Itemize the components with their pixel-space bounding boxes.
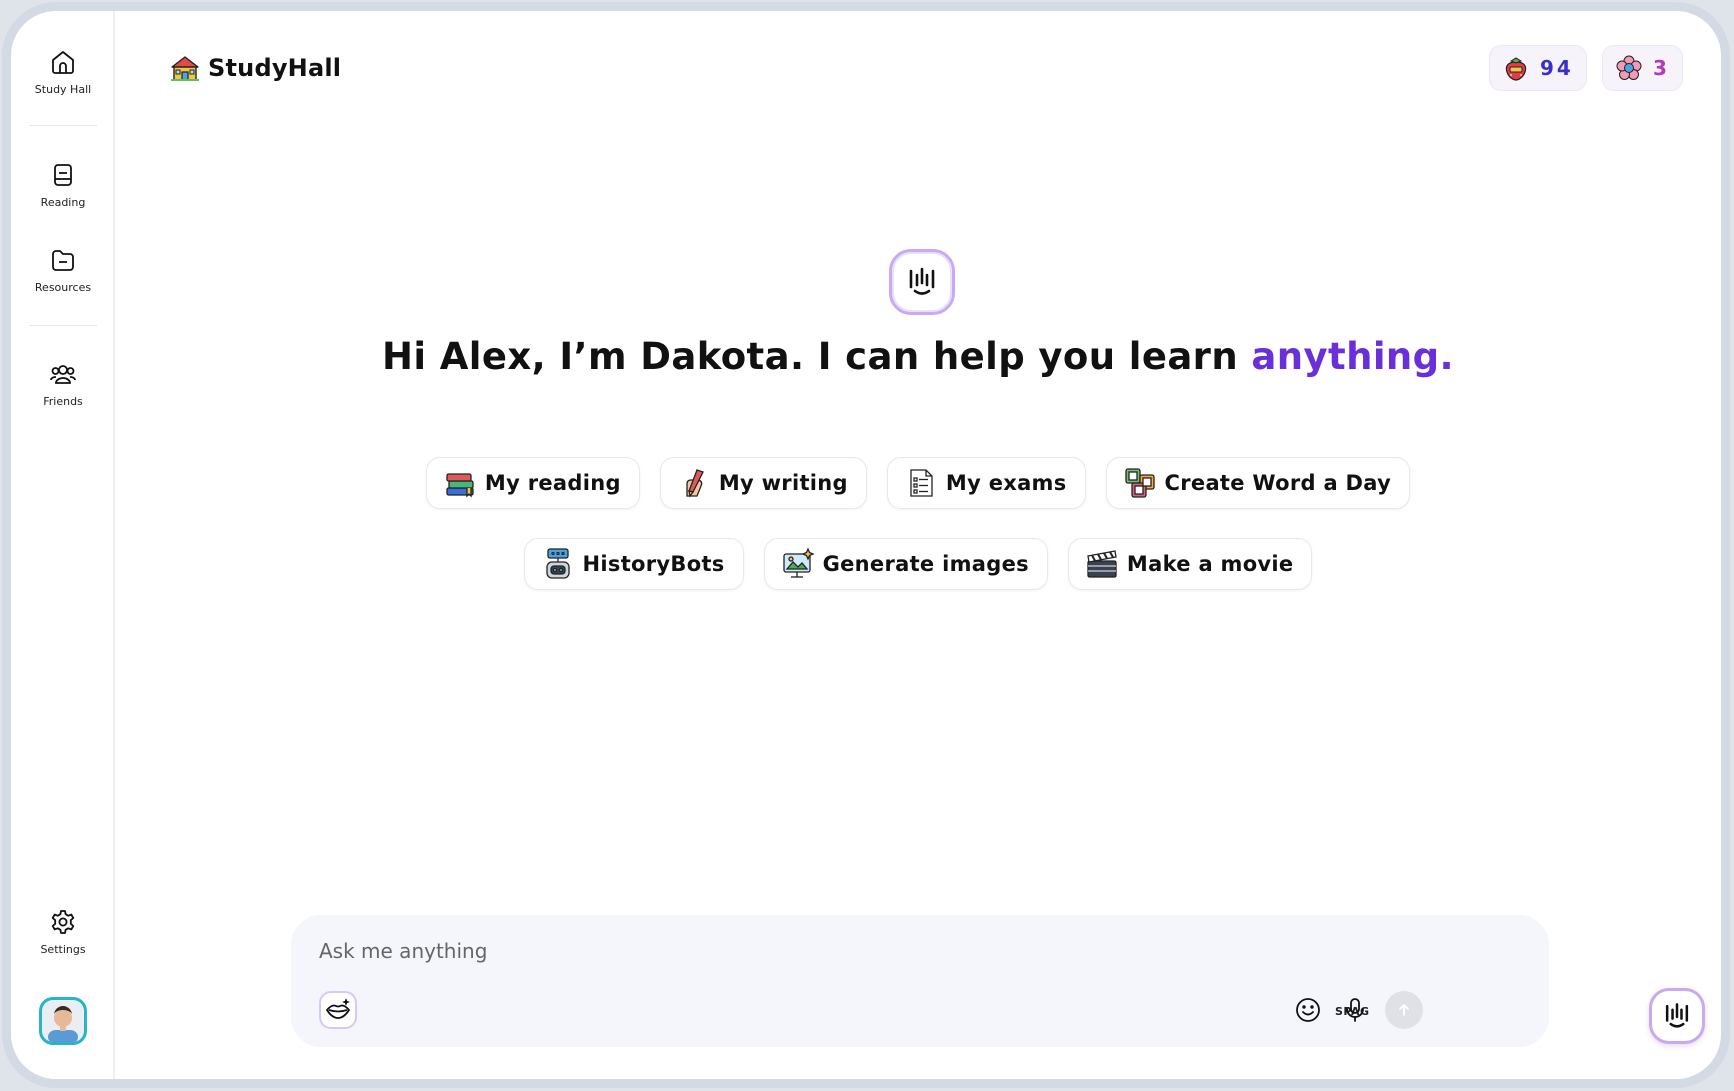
app-frame: Study Hall Reading Resources Friends Set…: [2, 2, 1730, 1088]
home-icon: [52, 51, 74, 74]
flower-points-badge[interactable]: 3: [1602, 45, 1683, 91]
chip-make-a-movie[interactable]: Make a movie: [1067, 538, 1313, 590]
sidebar-divider: [29, 325, 97, 326]
chat-composer: SPAG: [291, 915, 1549, 1047]
voice-lips-button[interactable]: [319, 991, 357, 1029]
greeting-accent-word: anything.: [1251, 335, 1454, 378]
brand-name: StudyHall: [208, 54, 342, 82]
robot-icon: [545, 548, 570, 579]
sidebar-item-reading[interactable]: Reading: [11, 160, 115, 209]
chip-label: My exams: [945, 471, 1067, 495]
lips-icon: [326, 998, 350, 1019]
smiley-icon[interactable]: [1293, 995, 1323, 1025]
chip-label: HistoryBots: [582, 552, 725, 576]
sidebar-item-label: Study Hall: [34, 83, 92, 96]
sidebar-item-label: Friends: [43, 395, 83, 408]
sidebar: Study Hall Reading Resources Friends Set…: [11, 11, 115, 1079]
chip-my-writing[interactable]: My writing: [659, 457, 867, 509]
chip-my-reading[interactable]: My reading: [425, 457, 640, 509]
flower-points-value: 3: [1653, 56, 1670, 80]
chip-label: My reading: [484, 471, 621, 495]
flower-icon: [1616, 55, 1642, 80]
sidebar-item-label: Resources: [34, 281, 92, 294]
send-button[interactable]: [1385, 991, 1423, 1029]
image-monitor-icon: [782, 547, 815, 578]
send-arrow-icon: [1399, 1004, 1409, 1016]
user-avatar-image: [42, 1000, 84, 1042]
chip-generate-images[interactable]: Generate images: [763, 538, 1048, 590]
greeting-text: Hi Alex, I’m Dakota. I can help you lear…: [382, 335, 1252, 378]
sidebar-item-settings[interactable]: Settings: [11, 907, 115, 956]
dakota-waveform-icon: [909, 267, 935, 295]
microphone-icon[interactable]: [1340, 995, 1370, 1025]
sidebar-item-friends[interactable]: Friends: [11, 359, 115, 408]
chip-label: Make a movie: [1126, 552, 1294, 576]
friends-icon: [50, 365, 76, 384]
books-icon: [446, 473, 474, 498]
writing-hand-icon: [686, 469, 704, 498]
chip-my-exams[interactable]: My exams: [886, 457, 1086, 509]
chip-label: My writing: [718, 471, 848, 495]
suggestion-chips-row-2: HistoryBots Generate images Make a movie: [115, 538, 1721, 590]
sidebar-divider: [29, 125, 97, 126]
sidebar-item-study-hall[interactable]: Study Hall: [11, 47, 115, 96]
gear-icon: [51, 910, 75, 934]
word-blocks-icon: [1124, 468, 1155, 498]
avatar[interactable]: [39, 997, 87, 1045]
sidebar-item-resources[interactable]: Resources: [11, 245, 115, 294]
dakota-floating-button[interactable]: [1649, 988, 1705, 1044]
schoolhouse-icon: [171, 56, 199, 81]
chip-historybots[interactable]: HistoryBots: [523, 538, 744, 590]
folder-icon: [52, 250, 74, 271]
strawberry-points-value: 94: [1540, 56, 1574, 80]
sidebar-item-label: Reading: [40, 196, 86, 209]
exam-sheet-icon: [910, 469, 933, 497]
brand[interactable]: StudyHall: [170, 53, 341, 83]
chip-label: Generate images: [822, 552, 1029, 576]
strawberry-points-badge[interactable]: 94: [1489, 45, 1587, 91]
dakota-waveform-icon: [1665, 1003, 1689, 1028]
chip-create-word-a-day[interactable]: Create Word a Day: [1105, 457, 1411, 509]
chip-label: Create Word a Day: [1164, 471, 1392, 495]
greeting-headline: Hi Alex, I’m Dakota. I can help you lear…: [115, 335, 1721, 378]
suggestion-chips-row-1: My reading My writing My exams Create Wo…: [115, 457, 1721, 509]
dakota-assistant-icon: [889, 249, 955, 315]
ask-input[interactable]: [319, 935, 1219, 967]
strawberry-icon: [1505, 57, 1527, 81]
book-icon: [54, 164, 72, 186]
sidebar-item-label: Settings: [40, 943, 86, 956]
clapperboard-icon: [1087, 550, 1117, 578]
